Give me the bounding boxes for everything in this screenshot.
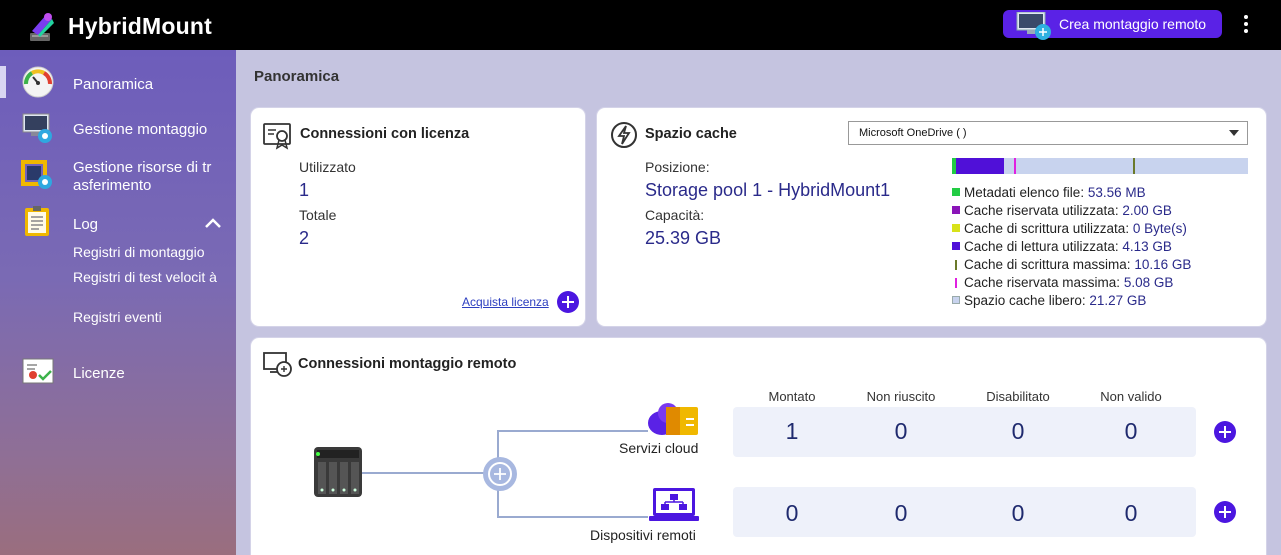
- add-cloud-mount-button[interactable]: [1214, 421, 1236, 443]
- device-stat-non-riuscito[interactable]: 0: [871, 500, 931, 527]
- legend-reserved-used: Cache riservata utilizzata: 2.00 GB: [952, 203, 1172, 218]
- sidebar-subitem-registri-test[interactable]: Registri di test velocit à: [73, 268, 218, 286]
- header-non-valido: Non valido: [1100, 389, 1162, 404]
- license-total-label: Totale: [299, 207, 337, 223]
- legend-free: Spazio cache libero: 21.27 GB: [952, 293, 1146, 308]
- header-disabilitato: Disabilitato: [986, 389, 1050, 404]
- monitor-gear-icon: [22, 113, 52, 143]
- sidebar-item-panoramica[interactable]: Panoramica: [73, 76, 153, 94]
- add-license-button[interactable]: [557, 291, 579, 313]
- cache-bar-write-max: [1133, 158, 1135, 174]
- legend-write-max: Cache di scrittura massima: 10.16 GB: [952, 257, 1191, 272]
- cache-position-label: Posizione:: [645, 159, 710, 175]
- sidebar-item-gestione-risorse[interactable]: Gestione risorse di tr asferimento: [73, 159, 223, 195]
- cache-usage-bar: [952, 158, 1248, 174]
- create-remote-mount-button[interactable]: Crea montaggio remoto: [1003, 10, 1222, 40]
- cloud-services-icon: [648, 403, 698, 435]
- license-card-title: Connessioni con licenza: [300, 126, 470, 142]
- legend-metadata: Metadati elenco file: 53.56 MB: [952, 185, 1146, 200]
- cloud-services-label: Servizi cloud: [619, 440, 699, 456]
- clipboard-icon: [25, 206, 49, 236]
- legend-write-used: Cache di scrittura utilizzata: 0 Byte(s): [952, 221, 1187, 236]
- device-stat-montato[interactable]: 0: [762, 500, 822, 527]
- cache-source-selected: Microsoft OneDrive ( ): [859, 127, 967, 139]
- license-icon: [263, 123, 291, 150]
- cache-bar-read: [956, 158, 1004, 174]
- more-options-icon[interactable]: [1238, 13, 1254, 35]
- cloud-stat-non-valido[interactable]: 0: [1101, 418, 1161, 445]
- license-total-value: 2: [299, 228, 310, 248]
- cloud-stat-non-riuscito[interactable]: 0: [871, 418, 931, 445]
- resource-gear-icon: [21, 160, 52, 189]
- cache-source-select[interactable]: Microsoft OneDrive ( ): [848, 121, 1248, 145]
- top-bar: HybridMount Crea montaggio remoto: [0, 0, 1281, 50]
- certificate-icon: [22, 358, 54, 384]
- active-indicator: [0, 66, 6, 98]
- remote-devices-icon: [649, 488, 699, 521]
- license-used-label: Utilizzato: [299, 159, 356, 175]
- legend-reserved-max: Cache riservata massima: 5.08 GB: [952, 275, 1173, 290]
- sidebar-item-gestione-montaggio[interactable]: Gestione montaggio: [73, 121, 207, 139]
- cloud-stat-disabilitato[interactable]: 0: [988, 418, 1048, 445]
- sidebar-subitem-registri-montaggio[interactable]: Registri di montaggio: [73, 243, 205, 261]
- cache-capacity-value: 25.39 GB: [645, 228, 722, 248]
- cache-capacity-label: Capacità:: [645, 207, 705, 223]
- hybridmount-logo-icon: [30, 13, 54, 41]
- device-stat-disabilitato[interactable]: 0: [988, 500, 1048, 527]
- header-non-riuscito: Non riuscito: [866, 389, 936, 404]
- legend-read-used: Cache di lettura utilizzata: 4.13 GB: [952, 239, 1172, 254]
- sidebar-item-licenze[interactable]: Licenze: [73, 365, 125, 383]
- remote-mount-icon: [1016, 12, 1051, 40]
- page-title: Panoramica: [254, 68, 340, 85]
- cache-card-title: Spazio cache: [645, 126, 737, 142]
- remote-mount-card-title: Connessioni montaggio remoto: [298, 356, 517, 372]
- license-used-value: 1: [299, 180, 310, 200]
- remote-connection-icon: [263, 352, 292, 377]
- remote-devices-label: Dispositivi remoti: [590, 527, 696, 543]
- device-stat-non-valido[interactable]: 0: [1101, 500, 1161, 527]
- dropdown-arrow-icon: [1229, 130, 1239, 136]
- create-remote-mount-label: Crea montaggio remoto: [1059, 16, 1207, 32]
- cloud-stat-montato[interactable]: 1: [762, 418, 822, 445]
- sidebar-item-log[interactable]: Log: [73, 216, 98, 234]
- sidebar: Panoramica Gestione montaggio Gestione r…: [0, 50, 236, 555]
- hub-connection-icon: [483, 457, 517, 491]
- nas-device-icon: [314, 447, 362, 497]
- gauge-icon: [22, 66, 54, 98]
- chevron-up-icon[interactable]: [204, 217, 222, 229]
- sidebar-subitem-registri-eventi[interactable]: Registri eventi: [73, 308, 162, 326]
- app-title: HybridMount: [68, 13, 213, 39]
- cache-bar-reserved-max: [1014, 158, 1016, 174]
- header-montato: Montato: [768, 389, 816, 404]
- buy-license-link[interactable]: Acquista licenza: [462, 295, 549, 309]
- cache-position-value: Storage pool 1 - HybridMount1: [645, 180, 891, 200]
- cache-lightning-icon: [611, 122, 637, 148]
- add-device-mount-button[interactable]: [1214, 501, 1236, 523]
